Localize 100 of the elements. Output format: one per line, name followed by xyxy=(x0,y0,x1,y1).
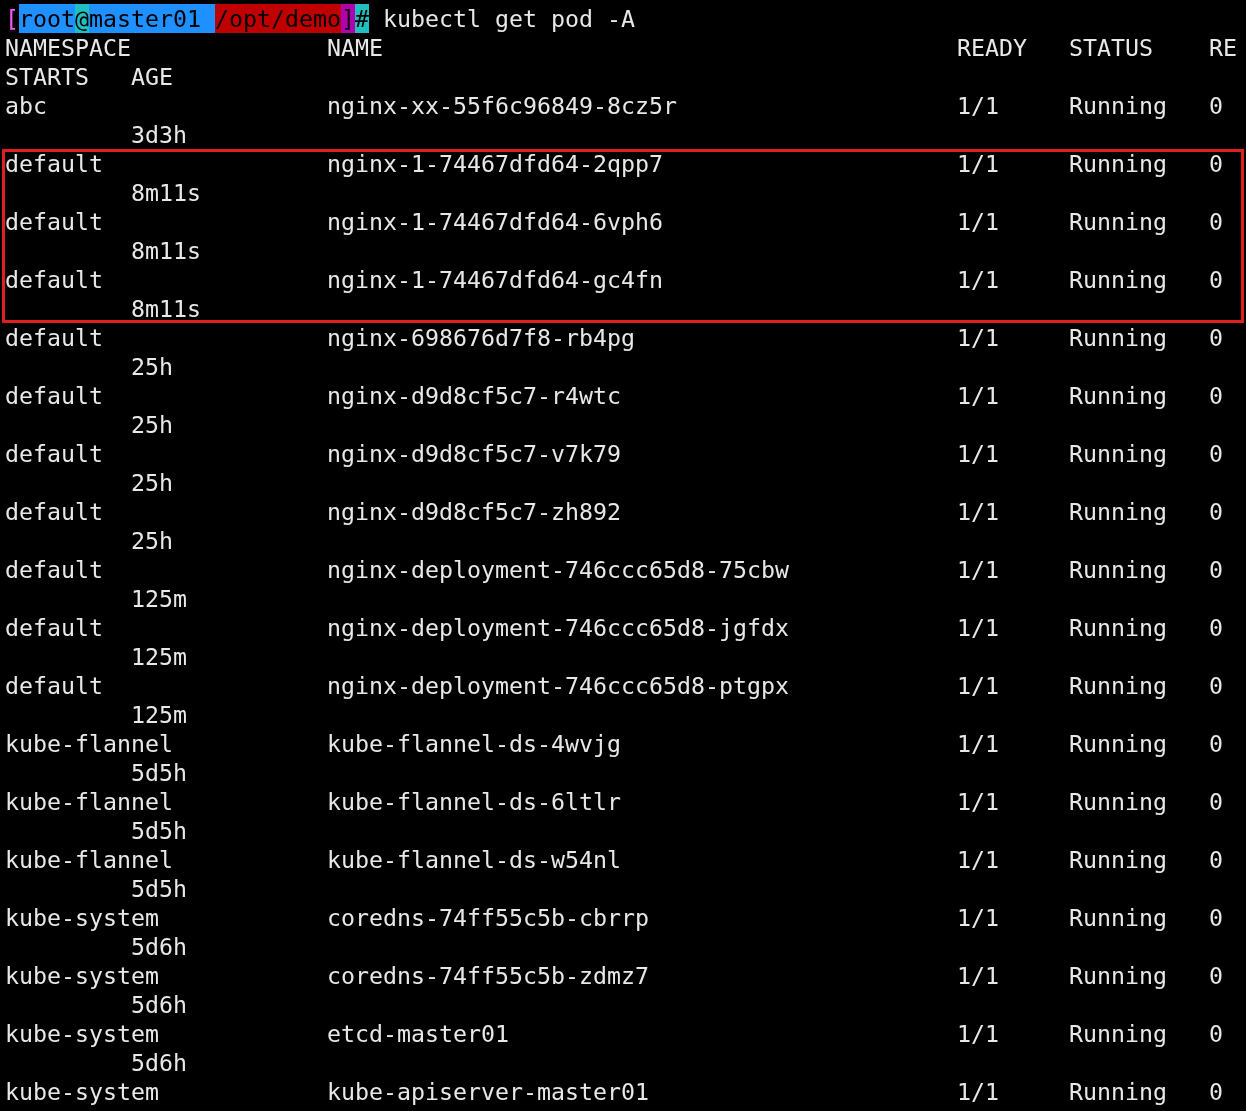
restarts-cell: 0 xyxy=(1209,904,1223,931)
status-cell: Running xyxy=(1069,672,1167,699)
ready-cell: 1/1 xyxy=(957,208,999,235)
ready-cell: 1/1 xyxy=(957,730,999,757)
restarts-cell: 0 xyxy=(1209,846,1223,873)
pod-name-cell: nginx-1-74467dfd64-gc4fn xyxy=(327,266,663,293)
age-cell: 5d5h xyxy=(131,874,187,903)
pod-name-cell: nginx-deployment-746ccc65d8-ptgpx xyxy=(327,672,789,699)
ready-cell: 1/1 xyxy=(957,324,999,351)
column-header: STARTS xyxy=(5,63,89,90)
status-cell: Running xyxy=(1069,614,1167,641)
namespace-cell: default xyxy=(5,556,103,583)
pod-name-cell: nginx-d9d8cf5c7-r4wtc xyxy=(327,382,621,409)
status-cell: Running xyxy=(1069,382,1167,409)
ready-cell: 1/1 xyxy=(957,788,999,815)
status-cell: Running xyxy=(1069,324,1167,351)
status-cell: Running xyxy=(1069,962,1167,989)
ready-cell: 1/1 xyxy=(957,382,999,409)
ready-cell: 1/1 xyxy=(957,846,999,873)
restarts-cell: 0 xyxy=(1209,788,1223,815)
pod-name-cell: kube-apiserver-master01 xyxy=(327,1078,649,1105)
namespace-cell: default xyxy=(5,498,103,525)
pod-name-cell: kube-flannel-ds-6ltlr xyxy=(327,788,621,815)
restarts-cell: 0 xyxy=(1209,324,1223,351)
age-cell: 8m11s xyxy=(131,294,201,323)
column-header: RE xyxy=(1209,34,1237,61)
age-cell: 5d6h xyxy=(131,932,187,961)
ready-cell: 1/1 xyxy=(957,1078,999,1105)
restarts-cell: 0 xyxy=(1209,440,1223,467)
status-cell: Running xyxy=(1069,440,1167,467)
prompt-text: [ xyxy=(5,4,19,33)
column-header: AGE xyxy=(131,62,173,91)
status-cell: Running xyxy=(1069,1020,1167,1047)
restarts-cell: 0 xyxy=(1209,1078,1223,1105)
restarts-cell: 0 xyxy=(1209,498,1223,525)
namespace-cell: default xyxy=(5,324,103,351)
age-cell: 125m xyxy=(131,642,187,671)
pod-name-cell: kube-flannel-ds-w54nl xyxy=(327,846,621,873)
restarts-cell: 0 xyxy=(1209,672,1223,699)
namespace-cell: kube-system xyxy=(5,962,159,989)
command-text: kubectl get pod -A xyxy=(381,4,635,33)
restarts-cell: 0 xyxy=(1209,614,1223,641)
column-header: STATUS xyxy=(1069,34,1153,61)
restarts-cell: 0 xyxy=(1209,962,1223,989)
pod-name-cell: etcd-master01 xyxy=(327,1020,509,1047)
restarts-cell: 0 xyxy=(1209,556,1223,583)
namespace-cell: default xyxy=(5,266,103,293)
age-cell: 25h xyxy=(131,410,173,439)
age-cell: 25h xyxy=(131,352,173,381)
pod-name-cell: nginx-deployment-746ccc65d8-75cbw xyxy=(327,556,789,583)
ready-cell: 1/1 xyxy=(957,266,999,293)
namespace-cell: kube-system xyxy=(5,1078,159,1105)
status-cell: Running xyxy=(1069,1078,1167,1105)
namespace-cell: default xyxy=(5,150,103,177)
status-cell: Running xyxy=(1069,498,1167,525)
age-cell: 25h xyxy=(131,526,173,555)
prompt-text: /opt/demo xyxy=(215,4,341,33)
namespace-cell: kube-flannel xyxy=(5,846,173,873)
namespace-cell: default xyxy=(5,614,103,641)
age-cell: 125m xyxy=(131,700,187,729)
pod-name-cell: nginx-1-74467dfd64-6vph6 xyxy=(327,208,663,235)
age-cell: 5d5h xyxy=(131,816,187,845)
age-cell: 5d6h xyxy=(131,990,187,1019)
age-cell: 8m11s xyxy=(131,236,201,265)
status-cell: Running xyxy=(1069,788,1167,815)
column-header: NAME xyxy=(327,34,383,61)
restarts-cell: 0 xyxy=(1209,150,1223,177)
prompt-text: master01 xyxy=(89,4,215,33)
namespace-cell: default xyxy=(5,440,103,467)
namespace-cell: abc xyxy=(5,92,47,119)
ready-cell: 1/1 xyxy=(957,150,999,177)
namespace-cell: kube-flannel xyxy=(5,730,173,757)
namespace-cell: default xyxy=(5,208,103,235)
age-cell: 25h xyxy=(131,468,173,497)
pod-name-cell: kube-flannel-ds-4wvjg xyxy=(327,730,621,757)
prompt-text: root xyxy=(19,4,75,33)
age-cell: 125m xyxy=(131,584,187,613)
ready-cell: 1/1 xyxy=(957,92,999,119)
status-cell: Running xyxy=(1069,150,1167,177)
ready-cell: 1/1 xyxy=(957,904,999,931)
namespace-cell: default xyxy=(5,382,103,409)
restarts-cell: 0 xyxy=(1209,208,1223,235)
pod-name-cell: nginx-deployment-746ccc65d8-jgfdx xyxy=(327,614,789,641)
pod-name-cell: nginx-d9d8cf5c7-v7k79 xyxy=(327,440,621,467)
restarts-cell: 0 xyxy=(1209,266,1223,293)
age-cell: 3d3h xyxy=(131,120,187,149)
ready-cell: 1/1 xyxy=(957,440,999,467)
ready-cell: 1/1 xyxy=(957,556,999,583)
ready-cell: 1/1 xyxy=(957,614,999,641)
restarts-cell: 0 xyxy=(1209,1020,1223,1047)
ready-cell: 1/1 xyxy=(957,1020,999,1047)
pod-name-cell: coredns-74ff55c5b-cbrrp xyxy=(327,904,649,931)
namespace-cell: kube-system xyxy=(5,904,159,931)
pod-name-cell: nginx-d9d8cf5c7-zh892 xyxy=(327,498,621,525)
pod-name-cell: coredns-74ff55c5b-zdmz7 xyxy=(327,962,649,989)
status-cell: Running xyxy=(1069,556,1167,583)
column-header: NAMESPACE xyxy=(5,34,131,61)
status-cell: Running xyxy=(1069,904,1167,931)
pod-name-cell: nginx-1-74467dfd64-2qpp7 xyxy=(327,150,663,177)
namespace-cell: kube-flannel xyxy=(5,788,173,815)
